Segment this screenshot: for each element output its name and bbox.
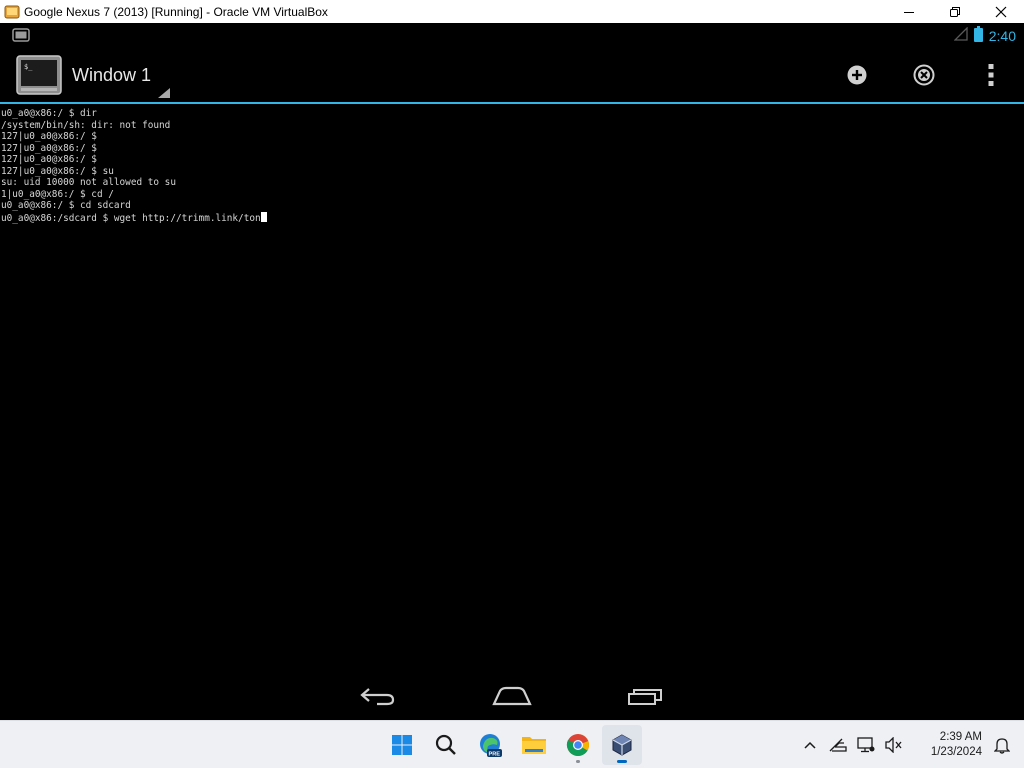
search-icon: [435, 734, 456, 755]
close-button[interactable]: [978, 0, 1024, 23]
overflow-menu-button[interactable]: [978, 62, 1004, 88]
recent-apps-icon: [628, 689, 662, 705]
recent-apps-button[interactable]: [616, 681, 676, 711]
edge-preview-button[interactable]: PRE: [470, 725, 510, 765]
status-clock: 2:40: [988, 28, 1016, 44]
terminal-line: u0_a0@x86:/ $ dir: [1, 108, 97, 119]
terminal-input-line[interactable]: u0_a0@x86:/sdcard $ wget http://trimm.li…: [1, 211, 1024, 224]
close-window-button[interactable]: [911, 62, 937, 88]
terminal-line: 127|u0_a0@x86:/ $ su: [1, 165, 114, 177]
terminal-app-icon[interactable]: $_: [16, 55, 62, 95]
back-button[interactable]: [348, 681, 408, 711]
close-circle-icon: [913, 64, 935, 86]
android-nav-bar: [0, 673, 1024, 720]
android-status-bar: 2:40: [0, 23, 1024, 48]
back-icon: [360, 688, 395, 706]
home-button[interactable]: [482, 681, 542, 711]
start-button[interactable]: [382, 725, 422, 765]
text-cursor: [260, 211, 267, 222]
folder-icon: [522, 737, 546, 754]
chrome-icon: [566, 733, 589, 756]
terminal-output[interactable]: u0_a0@x86:/ $ dir /system/bin/sh: dir: n…: [0, 108, 1024, 224]
android-screen: 2:40 $_ Window 1 u0_a0@x86:/ $ dir /syst…: [0, 23, 1024, 720]
restore-button[interactable]: [932, 0, 978, 23]
new-window-button[interactable]: [844, 62, 870, 88]
monitor-icon: [857, 737, 875, 753]
file-explorer-button[interactable]: [514, 725, 554, 765]
signal-icon: [953, 25, 968, 46]
svg-text:$_: $_: [24, 63, 33, 71]
add-circle-icon: [847, 65, 867, 85]
virtualbox-button[interactable]: [602, 725, 642, 765]
virtualbox-active-indicator: [617, 760, 627, 763]
terminal-line: 1|u0_a0@x86:/ $ cd /: [1, 188, 114, 200]
search-button[interactable]: [426, 725, 466, 765]
battery-icon: [973, 25, 983, 47]
network-status-button[interactable]: [824, 731, 852, 759]
action-bar-divider: [0, 102, 1024, 104]
notifications-button[interactable]: [988, 731, 1016, 759]
terminal-line: /system/bin/sh: dir: not found: [1, 119, 171, 131]
more-vertical-icon: [988, 64, 994, 86]
close-icon: [995, 6, 1007, 17]
display-button[interactable]: [852, 731, 880, 759]
window-titlebar: Google Nexus 7 (2013) [Running] - Oracle…: [0, 0, 1024, 23]
terminal-line: u0_a0@x86:/ $ cd sdcard: [1, 200, 131, 211]
edge-browser-icon: PRE: [480, 734, 502, 757]
terminal-notification-icon: [12, 28, 30, 47]
home-icon: [492, 686, 532, 706]
windows-taskbar: PRE 2:39 AM 1/23/2024: [0, 720, 1024, 768]
chevron-up-icon: [804, 741, 816, 749]
edge-pre-badge: PRE: [489, 751, 501, 757]
window-selector[interactable]: Window 1: [72, 65, 151, 86]
clock-time: 2:39 AM: [939, 731, 982, 743]
clock-date: 1/23/2024: [930, 746, 982, 758]
dropdown-indicator-icon: [158, 88, 170, 98]
terminal-line: su: uid 10000 not allowed to su: [1, 177, 176, 188]
terminal-line: 127|u0_a0@x86:/ $: [1, 142, 97, 154]
volume-button[interactable]: [880, 731, 908, 759]
windows-start-icon: [392, 735, 412, 755]
terminal-current-command: u0_a0@x86:/sdcard $ wget http://trimm.li…: [1, 212, 261, 224]
restore-icon: [950, 6, 960, 17]
action-bar: $_ Window 1: [0, 48, 1024, 102]
window-title: Google Nexus 7 (2013) [Running] - Oracle…: [24, 4, 328, 19]
no-internet-icon: [829, 738, 847, 752]
chrome-running-indicator: [576, 760, 580, 763]
terminal-line: 127|u0_a0@x86:/ $: [1, 154, 97, 165]
minimize-button[interactable]: [886, 0, 932, 23]
virtualbox-cube-icon: [612, 734, 632, 756]
virtualbox-app-icon: [4, 4, 20, 20]
chrome-button[interactable]: [558, 725, 598, 765]
terminal-line: 127|u0_a0@x86:/ $: [1, 131, 97, 142]
show-hidden-icons-button[interactable]: [796, 731, 824, 759]
taskbar-clock[interactable]: 2:39 AM 1/23/2024: [908, 730, 982, 760]
minimize-icon: [904, 11, 914, 13]
volume-muted-icon: [885, 737, 902, 753]
bell-icon: [994, 738, 1010, 754]
